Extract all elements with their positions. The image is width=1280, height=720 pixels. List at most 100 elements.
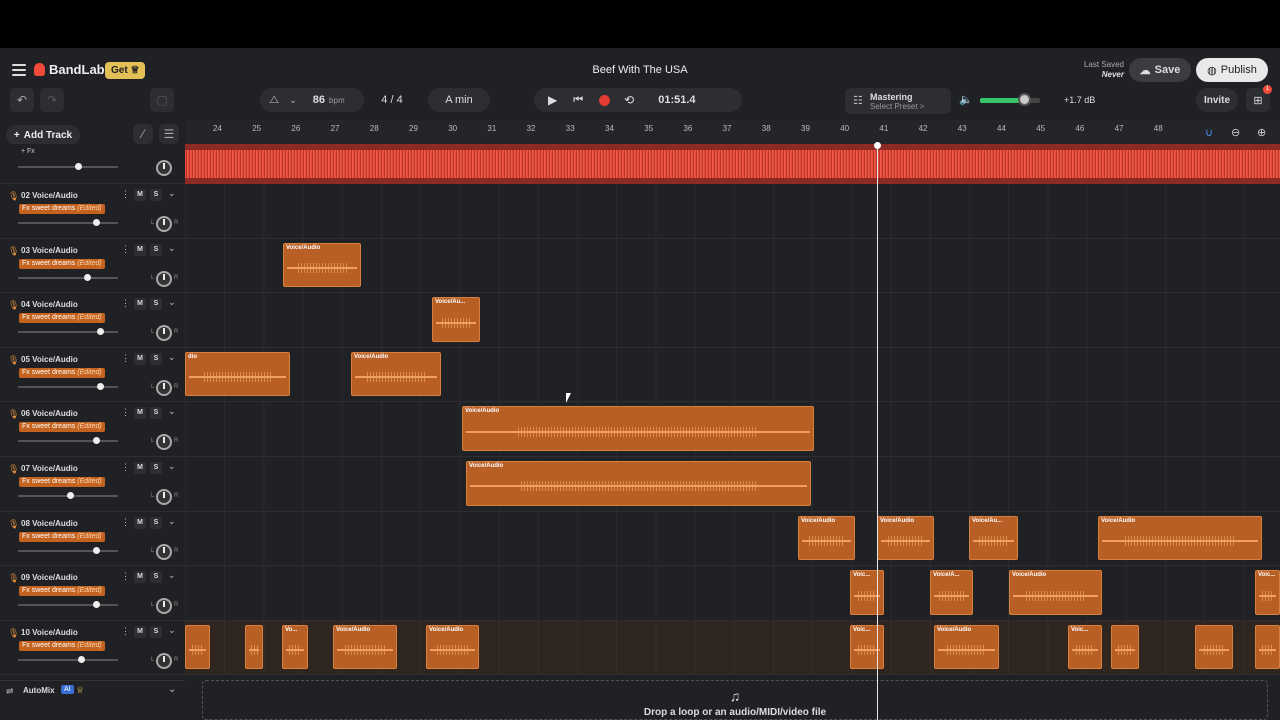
metronome-icon[interactable]: ⧍ <box>269 94 279 107</box>
pan-knob[interactable] <box>156 325 172 342</box>
audio-clip[interactable]: Voice/A... <box>930 570 973 615</box>
track-header-03[interactable]: 🎙 03 Voice/Audio Fx sweet dreams (Edited) ⋮… <box>0 238 185 294</box>
play-icon[interactable]: ▶ <box>548 93 557 107</box>
track-header-08[interactable]: 🎙 08 Voice/Audio Fx sweet dreams (Edited) ⋮… <box>0 511 185 567</box>
solo-button[interactable]: S <box>150 407 162 420</box>
track-name[interactable]: 07 Voice/Audio <box>21 464 78 473</box>
audio-clip[interactable]: Voice/Audio <box>462 406 814 451</box>
volume-slider[interactable] <box>18 549 118 552</box>
chevron-down-icon[interactable]: ⌄ <box>168 516 176 527</box>
track-lane-06[interactable]: Voice/Audio <box>185 402 1280 457</box>
solo-button[interactable]: S <box>150 625 162 638</box>
audio-clip[interactable]: Voice/Audio <box>1098 515 1262 561</box>
volume-slider-knob[interactable] <box>93 601 100 609</box>
solo-button[interactable]: S <box>150 571 162 584</box>
volume-slider-knob[interactable] <box>93 546 100 554</box>
volume-slider[interactable] <box>18 222 118 224</box>
drop-zone[interactable]: ♫ Drop a loop or an audio/MIDI/video fil… <box>202 680 1268 720</box>
audio-clip[interactable] <box>1255 624 1280 670</box>
mute-button[interactable]: M <box>134 462 146 474</box>
track-name[interactable]: 10 Voice/Audio <box>21 628 78 637</box>
audio-clip[interactable]: Voice/Audio <box>351 351 441 397</box>
track-lane-09[interactable]: Voic... Voice/A... Voice/Audio Voic... <box>185 566 1280 621</box>
fx-preset-badge[interactable]: Fx sweet dreams (Edited) <box>19 640 105 651</box>
zoom-in-icon[interactable]: ⊕ <box>1257 126 1266 139</box>
audio-clip[interactable] <box>1111 624 1139 670</box>
track-name[interactable]: 06 Voice/Audio <box>21 409 78 418</box>
track-lane-10[interactable]: Vo... Voice/Audio Voice/Audio Voic... Voice/… <box>185 620 1280 676</box>
fx-preset-badge[interactable]: Fx sweet dreams (Edited) <box>19 367 105 378</box>
volume-slider[interactable] <box>18 166 118 168</box>
fx-preset-badge[interactable]: Fx sweet dreams (Edited) <box>19 204 105 214</box>
volume-slider[interactable] <box>18 658 118 661</box>
track-name[interactable]: 04 Voice/Audio <box>21 300 78 309</box>
solo-button[interactable]: S <box>150 352 162 365</box>
mute-button[interactable]: M <box>134 571 146 584</box>
chevron-down-icon[interactable]: ⌄ <box>168 625 176 636</box>
pan-knob[interactable] <box>156 270 172 287</box>
save-button[interactable]: ☁ Save <box>1129 58 1191 82</box>
fx-preset-badge[interactable]: Fx sweet dreams (Edited) <box>19 586 105 597</box>
more-options-icon[interactable]: ⋮ <box>121 244 130 255</box>
menu-icon[interactable] <box>12 64 26 76</box>
more-options-icon[interactable]: ⋮ <box>121 517 130 528</box>
audio-clip[interactable]: Voice/Audio <box>1009 570 1102 615</box>
track-header-06[interactable]: 🎙 06 Voice/Audio Fx sweet dreams (Edited) ⋮… <box>0 402 185 457</box>
pan-knob[interactable] <box>156 489 172 505</box>
chevron-down-icon[interactable]: ⌄ <box>168 188 176 199</box>
volume-slider-knob[interactable] <box>75 163 82 170</box>
volume-slider-knob[interactable] <box>67 492 74 499</box>
playhead-handle[interactable] <box>874 142 881 149</box>
audio-clip[interactable]: Voice/Audio <box>283 242 361 288</box>
mute-button[interactable]: M <box>134 189 146 201</box>
audio-clip[interactable]: Voice/Au... <box>969 515 1018 561</box>
track-header-04[interactable]: 🎙 04 Voice/Audio Fx sweet dreams (Edited) ⋮… <box>0 293 185 348</box>
timeline-ruler[interactable]: 24 25 26 27 28 29 30 31 32 33 34 35 36 37 38 39 40 41 42 43… <box>185 120 1280 146</box>
volume-slider-knob[interactable] <box>93 219 100 226</box>
track-name[interactable]: 03 Voice/Audio <box>21 246 78 255</box>
record-icon[interactable] <box>599 94 611 106</box>
track-name[interactable]: 09 Voice/Audio <box>21 573 78 582</box>
chevron-down-icon[interactable]: ⌄ <box>168 352 176 363</box>
volume-slider[interactable] <box>18 276 118 279</box>
more-options-icon[interactable]: ⋮ <box>121 571 130 582</box>
audio-clip[interactable] <box>245 624 263 670</box>
audio-clip[interactable]: Voice/Audio <box>798 515 855 561</box>
track-header-01[interactable]: + Fx <box>0 144 185 184</box>
chevron-down-icon[interactable]: ⌄ <box>289 95 297 106</box>
playhead[interactable] <box>877 144 878 720</box>
loop-icon[interactable]: ⟲ <box>624 93 634 107</box>
audio-clip[interactable]: Voic... <box>850 624 884 670</box>
chevron-down-icon[interactable]: ⌄ <box>168 461 176 472</box>
mute-button[interactable]: M <box>134 298 146 311</box>
audio-clip[interactable] <box>1195 624 1233 670</box>
view-toggle-button[interactable]: ▢ <box>150 88 174 112</box>
track-header-05[interactable]: 🎙 05 Voice/Audio Fx sweet dreams (Edited) ⋮… <box>0 347 185 403</box>
solo-button[interactable]: S <box>150 516 162 529</box>
track-name[interactable]: 08 Voice/Audio <box>21 519 78 528</box>
more-options-icon[interactable]: ⋮ <box>121 407 130 418</box>
mute-button[interactable]: M <box>134 516 146 529</box>
fx-preset-badge[interactable]: Fx sweet dreams (Edited) <box>19 477 105 487</box>
track-lane-04[interactable]: Voice/Au... <box>185 293 1280 348</box>
chevron-down-icon[interactable]: ⌄ <box>168 243 176 254</box>
publish-button[interactable]: ◍ Publish <box>1196 58 1268 82</box>
volume-slider-knob[interactable] <box>93 437 100 445</box>
track-lane-08[interactable]: Voice/Audio Voice/Audio Voice/Au... Voice/A… <box>185 511 1280 567</box>
audio-clip[interactable] <box>185 624 210 670</box>
mastering-button[interactable]: ☷ Mastering Select Preset > <box>845 88 951 114</box>
more-options-icon[interactable]: ⋮ <box>121 189 130 200</box>
mute-button[interactable]: M <box>134 243 146 256</box>
chevron-down-icon[interactable]: ⌄ <box>168 406 176 417</box>
add-fx-label[interactable]: + Fx <box>21 148 35 155</box>
more-options-icon[interactable]: ⋮ <box>121 626 130 637</box>
solo-button[interactable]: S <box>150 189 162 201</box>
mute-button[interactable]: M <box>134 407 146 420</box>
audio-clip[interactable]: Vo... <box>282 624 308 670</box>
undo-button[interactable]: ↶ <box>10 88 34 112</box>
bpm-value[interactable]: 86 <box>313 94 325 106</box>
fx-preset-badge[interactable]: Fx sweet dreams (Edited) <box>19 531 105 542</box>
pan-knob[interactable] <box>156 160 172 176</box>
track-lane-05[interactable]: dio Voice/Audio <box>185 347 1280 403</box>
get-premium-button[interactable]: Get ♕ <box>105 62 146 79</box>
